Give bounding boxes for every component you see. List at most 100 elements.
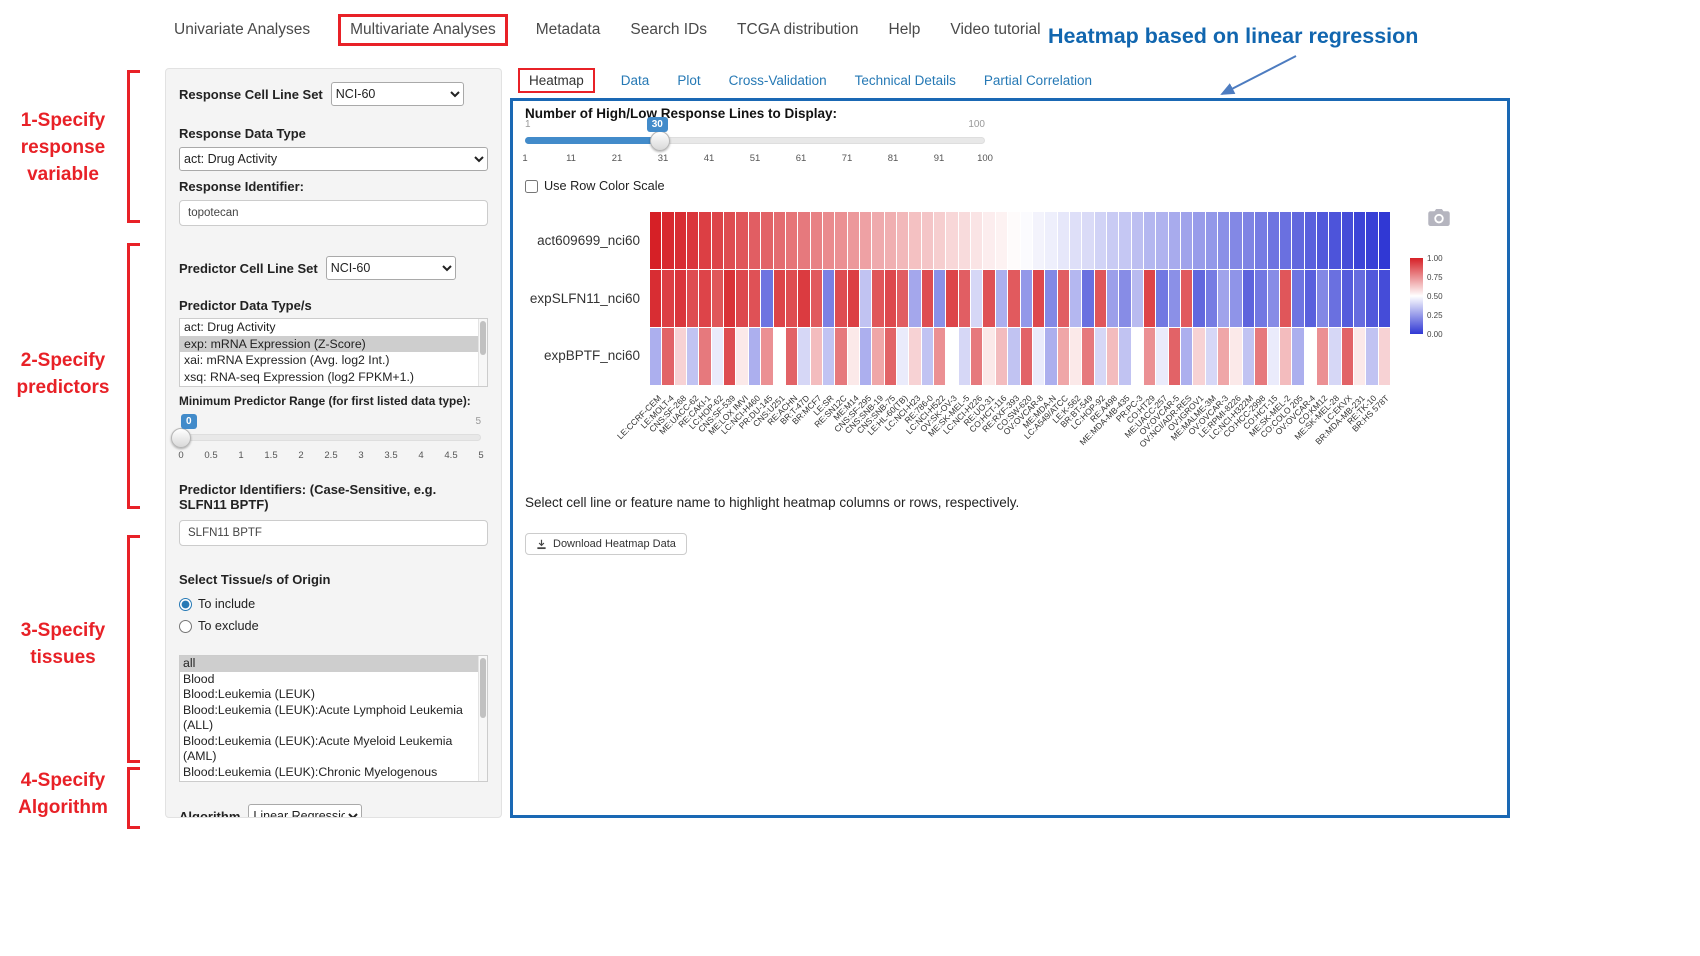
algorithm-select[interactable]: Linear Regression <box>248 804 362 818</box>
tissue-origin-label: Select Tissue/s of Origin <box>179 572 488 587</box>
range-slider-handle[interactable] <box>171 428 191 448</box>
row-color-scale-label: Use Row Color Scale <box>544 179 665 193</box>
row-color-scale-row[interactable]: Use Row Color Scale <box>525 179 665 193</box>
nav-item-help[interactable]: Help <box>887 15 923 45</box>
heatmap-cell <box>650 212 661 269</box>
tab-data[interactable]: Data <box>619 69 652 92</box>
tissue-option[interactable]: Blood:Leukemia (LEUK):Acute Lymphoid Leu… <box>180 703 487 734</box>
heatmap-cell <box>1317 270 1328 327</box>
nav-item-multivariate-analyses[interactable]: Multivariate Analyses <box>338 14 508 46</box>
nav-item-video-tutorial[interactable]: Video tutorial <box>948 15 1042 45</box>
heatmap-cell <box>650 328 661 385</box>
tissue-exclude-row[interactable]: To exclude <box>179 615 488 637</box>
tissue-option[interactable]: Blood:Leukemia (LEUK):Chronic Myelogenou… <box>180 765 487 783</box>
predictor-identifiers-input[interactable] <box>179 520 488 546</box>
lines-slider[interactable]: 1 100 30 1112131415161718191100 <box>525 119 985 171</box>
predictor-data-type-listbox[interactable]: act: Drug Activityexp: mRNA Expression (… <box>179 318 488 387</box>
main-slider-tick: 51 <box>750 153 761 164</box>
heatmap-cell <box>675 328 686 385</box>
tissue-option[interactable]: Blood:Leukemia (LEUK) <box>180 687 487 703</box>
listbox-scrollbar[interactable] <box>478 319 487 386</box>
response-cell-line-set-row: Response Cell Line Set NCI-60 <box>179 82 488 106</box>
heatmap-cell <box>1156 270 1167 327</box>
heatmap-cell <box>1206 270 1217 327</box>
nav-item-metadata[interactable]: Metadata <box>534 15 603 45</box>
nav-item-univariate-analyses[interactable]: Univariate Analyses <box>172 15 312 45</box>
nav-item-tcga-distribution[interactable]: TCGA distribution <box>735 15 860 45</box>
heatmap-cell <box>1255 328 1266 385</box>
tab-plot[interactable]: Plot <box>675 69 702 92</box>
bracket-predictors <box>127 243 140 509</box>
heatmap-cell <box>1021 212 1032 269</box>
download-heatmap-button[interactable]: Download Heatmap Data <box>525 533 687 555</box>
predictor-data-type-option[interactable]: act: Drug Activity <box>180 319 487 336</box>
heatmap-cell <box>897 270 908 327</box>
tab-heatmap[interactable]: Heatmap <box>518 68 595 93</box>
heatmap-cell <box>1058 212 1069 269</box>
heatmap-cell <box>1144 270 1155 327</box>
heatmap-cell <box>1317 212 1328 269</box>
heatmap-cell <box>811 212 822 269</box>
heatmap-cell <box>848 328 859 385</box>
colorbar-tick: 0.50 <box>1427 292 1443 301</box>
main-slider-tick: 100 <box>977 153 993 164</box>
tab-technical-details[interactable]: Technical Details <box>853 69 958 92</box>
heatmap-cell <box>835 270 846 327</box>
tissue-option[interactable]: all <box>180 656 487 672</box>
heatmap-cell <box>1268 212 1279 269</box>
heatmap-cell <box>1095 212 1106 269</box>
tissue-option[interactable]: Blood:Leukemia (LEUK):Acute Myeloid Leuk… <box>180 734 487 765</box>
tissue-include-row[interactable]: To include <box>179 593 488 615</box>
predictor-data-type-option[interactable]: exp: mRNA Expression (Z-Score) <box>180 336 487 353</box>
predictor-cell-line-set-select[interactable]: NCI-60 <box>326 256 456 280</box>
predictor-data-type-option[interactable]: xsq: RNA-seq Expression (log2 FPKM+1.) <box>180 369 487 386</box>
response-identifier-input[interactable] <box>179 200 488 226</box>
heatmap-cell <box>885 270 896 327</box>
heatmap-row-label[interactable]: expSLFN11_nci60 <box>530 291 640 306</box>
heatmap-cell <box>1070 270 1081 327</box>
heatmap-row-label[interactable]: act609699_nci60 <box>537 233 640 248</box>
listbox-scrollbar[interactable] <box>478 656 487 781</box>
step-label-predictors: 2-Specify predictors <box>4 348 122 402</box>
heatmap-cell <box>761 270 772 327</box>
heatmap-cell <box>662 212 673 269</box>
tissue-listbox[interactable]: allBloodBlood:Leukemia (LEUK)Blood:Leuke… <box>179 655 488 782</box>
scrollbar-thumb[interactable] <box>480 658 486 718</box>
heatmap-cell <box>1305 212 1316 269</box>
heatmap-cell <box>1243 328 1254 385</box>
heatmap-row-label[interactable]: expBPTF_nci60 <box>544 348 640 363</box>
main-slider-tick: 71 <box>842 153 853 164</box>
tab-cross-validation[interactable]: Cross-Validation <box>727 69 829 92</box>
heatmap-cell <box>798 328 809 385</box>
heatmap-cell <box>922 270 933 327</box>
scrollbar-thumb[interactable] <box>480 321 486 355</box>
heatmap-cell <box>1082 212 1093 269</box>
heatmap-cell <box>1169 270 1180 327</box>
heatmap-cell <box>1230 328 1241 385</box>
tab-partial-correlation[interactable]: Partial Correlation <box>982 69 1094 92</box>
response-cell-line-set-select[interactable]: NCI-60 <box>331 82 464 106</box>
row-color-scale-checkbox[interactable] <box>525 180 538 193</box>
main-slider-handle[interactable] <box>650 131 670 151</box>
tissue-exclude-radio[interactable] <box>179 620 192 633</box>
colorbar-ticks: 1.000.750.500.250.00 <box>1427 258 1457 334</box>
heatmap-cell <box>1045 212 1056 269</box>
tissue-option[interactable]: Blood <box>180 672 487 688</box>
heatmap-cell <box>971 270 982 327</box>
heatmap-cell <box>1342 270 1353 327</box>
tissue-include-radio[interactable] <box>179 598 192 611</box>
heatmap-col-labels: LE:CCRF-CEMLE:MOLT-4CNS:SF-268ME:UACC-62… <box>650 389 1390 475</box>
heatmap-cell <box>946 270 957 327</box>
heatmap-cell <box>1354 328 1365 385</box>
heatmap-cell <box>1119 270 1130 327</box>
min-predictor-range-slider[interactable]: 5 0 00.511.522.533.544.55 <box>181 416 481 468</box>
heatmap-cell <box>971 328 982 385</box>
step-label-response: 1-Specify response variable <box>4 108 122 189</box>
range-slider-track[interactable] <box>181 434 481 441</box>
camera-icon[interactable] <box>1428 209 1450 226</box>
download-icon <box>536 539 547 550</box>
response-data-type-select[interactable]: act: Drug Activity <box>179 147 488 171</box>
nav-item-search-ids[interactable]: Search IDs <box>628 15 709 45</box>
predictor-data-type-option[interactable]: xai: mRNA Expression (Avg. log2 Int.) <box>180 352 487 369</box>
heatmap-cell <box>749 328 760 385</box>
